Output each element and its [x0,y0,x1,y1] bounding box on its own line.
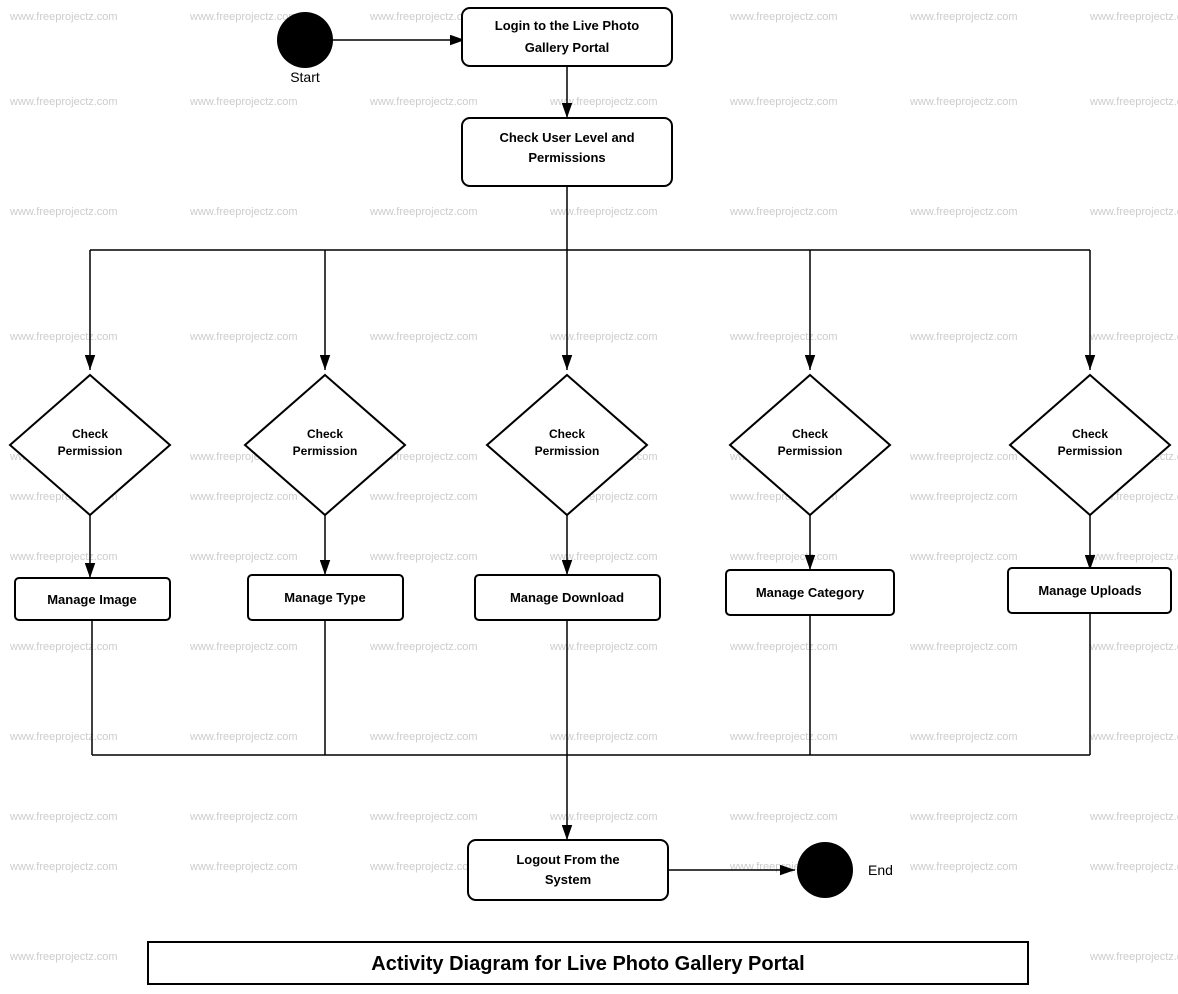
svg-text:www.freeprojectz.com: www.freeprojectz.com [549,811,658,823]
svg-text:www.freeprojectz.com: www.freeprojectz.com [189,206,298,218]
svg-text:www.freeprojectz.com: www.freeprojectz.com [9,551,118,563]
diamond4-text2: Permission [778,444,843,458]
diamond3-text2: Permission [535,444,600,458]
svg-text:www.freeprojectz.com: www.freeprojectz.com [189,641,298,653]
svg-text:www.freeprojectz.com: www.freeprojectz.com [1089,951,1178,963]
diamond2-text1: Check [307,427,343,441]
check-perm-text2: Permissions [528,150,605,165]
svg-text:www.freeprojectz.com: www.freeprojectz.com [369,491,478,503]
svg-text:www.freeprojectz.com: www.freeprojectz.com [9,811,118,823]
svg-text:www.freeprojectz.com: www.freeprojectz.com [9,11,118,23]
svg-text:www.freeprojectz.com: www.freeprojectz.com [369,641,478,653]
svg-text:www.freeprojectz.com: www.freeprojectz.com [729,811,838,823]
svg-text:www.freeprojectz.com: www.freeprojectz.com [549,551,658,563]
diamond2-text2: Permission [293,444,358,458]
svg-text:www.freeprojectz.com: www.freeprojectz.com [909,331,1018,343]
svg-text:www.freeprojectz.com: www.freeprojectz.com [1089,551,1178,563]
svg-text:www.freeprojectz.com: www.freeprojectz.com [1089,641,1178,653]
svg-text:www.freeprojectz.com: www.freeprojectz.com [189,811,298,823]
svg-text:www.freeprojectz.com: www.freeprojectz.com [909,641,1018,653]
svg-text:www.freeprojectz.com: www.freeprojectz.com [729,96,838,108]
login-box [462,8,672,66]
diamond5-text2: Permission [1058,444,1123,458]
svg-text:www.freeprojectz.com: www.freeprojectz.com [729,641,838,653]
logout-text1: Logout From the [516,852,619,867]
logout-box [468,840,668,900]
svg-text:www.freeprojectz.com: www.freeprojectz.com [369,331,478,343]
svg-text:www.freeprojectz.com: www.freeprojectz.com [909,731,1018,743]
login-text-line1: Login to the Live Photo [495,18,639,33]
diamond5-text1: Check [1072,427,1108,441]
svg-text:www.freeprojectz.com: www.freeprojectz.com [549,96,658,108]
manage-image-text: Manage Image [47,592,137,607]
svg-text:www.freeprojectz.com: www.freeprojectz.com [9,951,118,963]
svg-text:www.freeprojectz.com: www.freeprojectz.com [909,811,1018,823]
svg-text:www.freeprojectz.com: www.freeprojectz.com [189,96,298,108]
diamond3-text1: Check [549,427,585,441]
svg-text:www.freeprojectz.com: www.freeprojectz.com [1089,811,1178,823]
svg-text:www.freeprojectz.com: www.freeprojectz.com [909,491,1018,503]
svg-text:www.freeprojectz.com: www.freeprojectz.com [909,96,1018,108]
svg-text:www.freeprojectz.com: www.freeprojectz.com [189,551,298,563]
svg-text:www.freeprojectz.com: www.freeprojectz.com [189,861,298,873]
svg-text:www.freeprojectz.com: www.freeprojectz.com [369,731,478,743]
svg-text:www.freeprojectz.com: www.freeprojectz.com [369,206,478,218]
svg-text:www.freeprojectz.com: www.freeprojectz.com [549,206,658,218]
svg-text:www.freeprojectz.com: www.freeprojectz.com [369,811,478,823]
svg-text:www.freeprojectz.com: www.freeprojectz.com [1089,96,1178,108]
svg-text:www.freeprojectz.com: www.freeprojectz.com [9,206,118,218]
svg-text:www.freeprojectz.com: www.freeprojectz.com [369,96,478,108]
svg-text:www.freeprojectz.com: www.freeprojectz.com [909,551,1018,563]
login-text-line2: Gallery Portal [525,40,610,55]
svg-text:www.freeprojectz.com: www.freeprojectz.com [9,96,118,108]
svg-text:www.freeprojectz.com: www.freeprojectz.com [729,206,838,218]
manage-uploads-text: Manage Uploads [1038,583,1141,598]
diamond1-text2: Permission [58,444,123,458]
svg-text:www.freeprojectz.com: www.freeprojectz.com [909,11,1018,23]
svg-text:www.freeprojectz.com: www.freeprojectz.com [9,861,118,873]
svg-text:www.freeprojectz.com: www.freeprojectz.com [369,861,478,873]
end-circle [797,842,853,898]
svg-text:www.freeprojectz.com: www.freeprojectz.com [729,331,838,343]
svg-text:www.freeprojectz.com: www.freeprojectz.com [909,206,1018,218]
diagram-svg: www.freeprojectz.com www.freeprojectz.co… [0,0,1178,994]
footer-title: Activity Diagram for Live Photo Gallery … [371,953,804,975]
svg-text:www.freeprojectz.com: www.freeprojectz.com [549,331,658,343]
diamond1-text1: Check [72,427,108,441]
svg-text:www.freeprojectz.com: www.freeprojectz.com [9,641,118,653]
start-label: Start [290,69,320,85]
svg-text:www.freeprojectz.com: www.freeprojectz.com [189,731,298,743]
svg-text:www.freeprojectz.com: www.freeprojectz.com [729,11,838,23]
svg-text:www.freeprojectz.com: www.freeprojectz.com [1089,731,1178,743]
manage-category-text: Manage Category [756,585,865,600]
end-label: End [868,862,893,878]
svg-text:www.freeprojectz.com: www.freeprojectz.com [9,731,118,743]
svg-text:www.freeprojectz.com: www.freeprojectz.com [909,861,1018,873]
diamond4-text1: Check [792,427,828,441]
svg-text:www.freeprojectz.com: www.freeprojectz.com [9,331,118,343]
svg-text:www.freeprojectz.com: www.freeprojectz.com [189,331,298,343]
svg-text:www.freeprojectz.com: www.freeprojectz.com [729,551,838,563]
svg-text:www.freeprojectz.com: www.freeprojectz.com [1089,206,1178,218]
manage-download-text: Manage Download [510,590,624,605]
svg-text:www.freeprojectz.com: www.freeprojectz.com [369,551,478,563]
svg-text:www.freeprojectz.com: www.freeprojectz.com [729,731,838,743]
svg-text:www.freeprojectz.com: www.freeprojectz.com [549,731,658,743]
svg-text:www.freeprojectz.com: www.freeprojectz.com [189,491,298,503]
svg-text:www.freeprojectz.com: www.freeprojectz.com [189,11,298,23]
svg-text:www.freeprojectz.com: www.freeprojectz.com [909,451,1018,463]
check-perm-text1: Check User Level and [499,130,634,145]
svg-text:www.freeprojectz.com: www.freeprojectz.com [549,641,658,653]
svg-text:www.freeprojectz.com: www.freeprojectz.com [1089,861,1178,873]
manage-type-text: Manage Type [284,590,365,605]
svg-text:www.freeprojectz.com: www.freeprojectz.com [1089,11,1178,23]
svg-text:www.freeprojectz.com: www.freeprojectz.com [1089,331,1178,343]
logout-text2: System [545,872,591,887]
